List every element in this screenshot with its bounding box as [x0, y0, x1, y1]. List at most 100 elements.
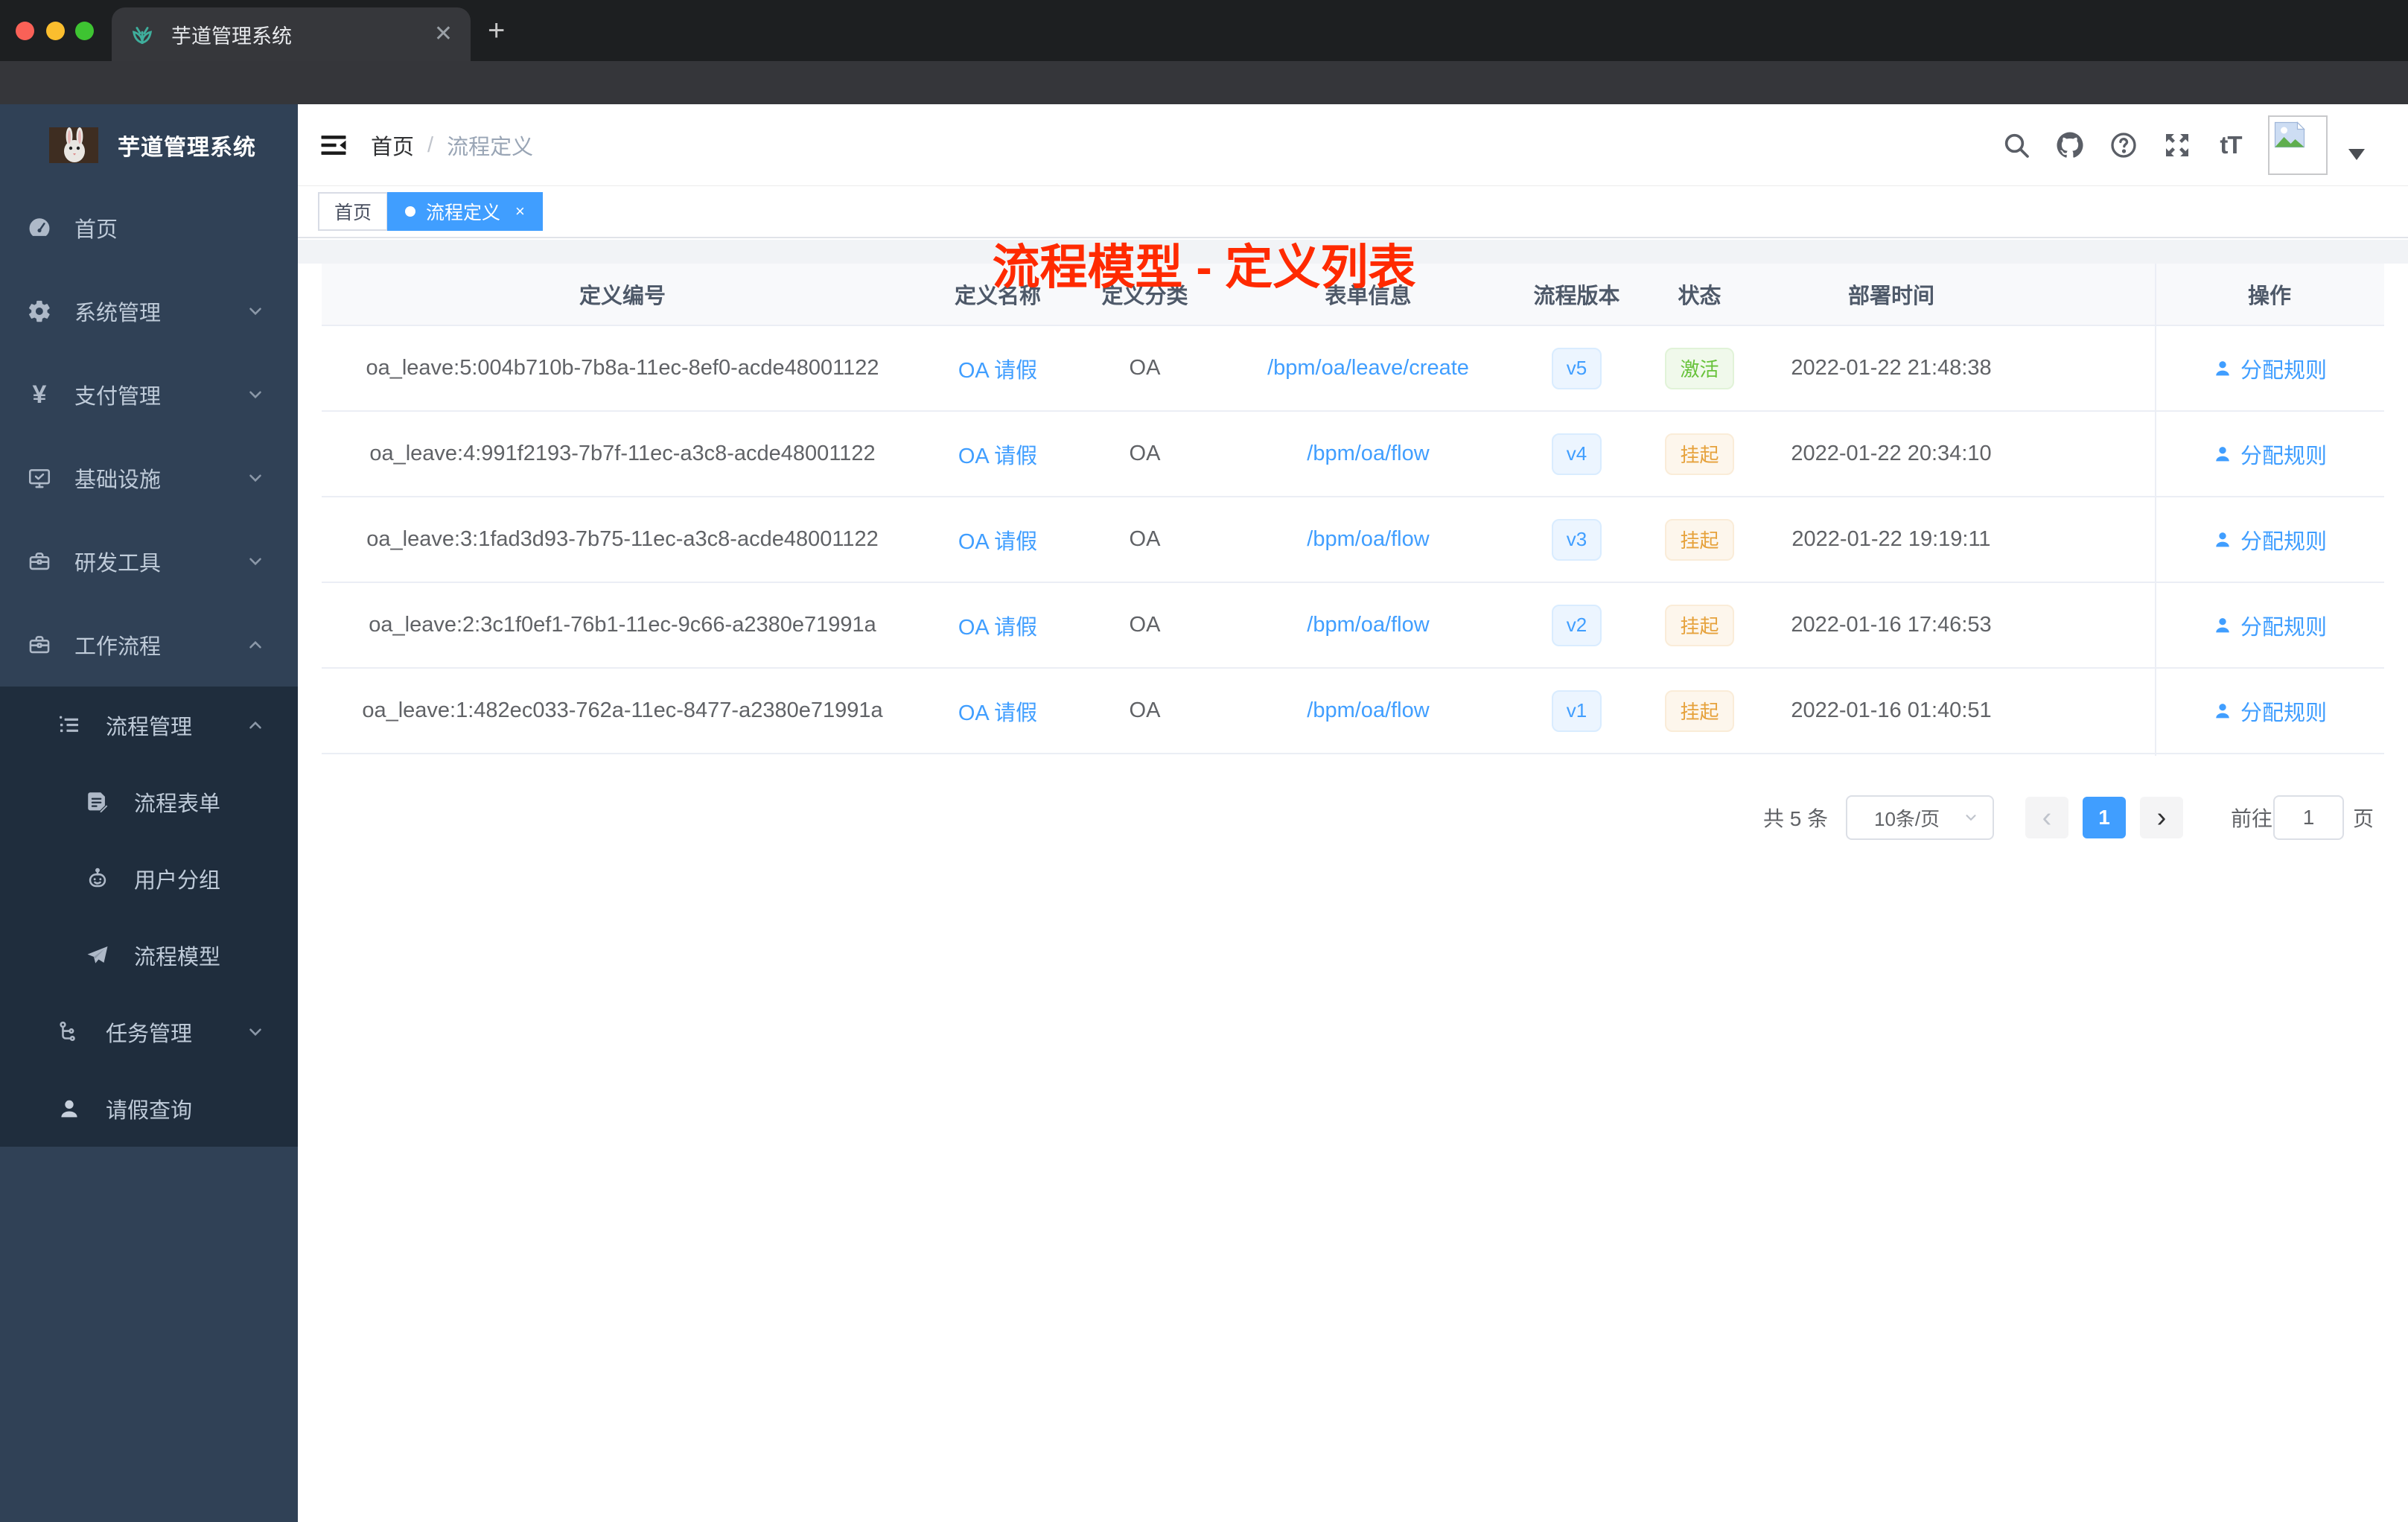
user-icon [2216, 703, 2229, 718]
active-dot [405, 206, 415, 217]
pagination-total: 共 5 条 [1763, 807, 1829, 830]
cell-definition-id: oa_leave:4:991f2193-7b7f-11ec-a3c8-acde4… [369, 442, 876, 465]
page-size-value: 10条/页 [1874, 807, 1940, 830]
definition-name-link[interactable]: OA 请假 [958, 610, 1037, 641]
goto-page-input[interactable]: 1 [2273, 795, 2344, 840]
assign-rule-link[interactable]: 分配规则 [2212, 695, 2327, 727]
sidebar-item-leave-query[interactable]: 请假查询 [0, 1070, 298, 1147]
user-icon [2216, 617, 2229, 632]
macos-minimize-button[interactable] [46, 22, 65, 40]
sidebar-item-label: 请假查询 [106, 1098, 193, 1123]
github-icon[interactable] [2054, 129, 2086, 162]
form-link[interactable]: /bpm/oa/leave/create [1267, 356, 1469, 380]
sidebar-item-label: 任务管理 [106, 1022, 193, 1046]
chevron-down-icon [249, 474, 261, 483]
sidebar-item-label: 基础设施 [74, 468, 162, 492]
definition-name-link[interactable]: OA 请假 [958, 524, 1037, 555]
user-icon [57, 1096, 82, 1121]
annotation-title: 流程模型 - 定义列表 [992, 241, 1416, 294]
cell-definition-id: oa_leave:2:3c1f0ef1-76b1-11ec-9c66-a2380… [369, 613, 876, 637]
sidebar-toggle-icon[interactable] [317, 129, 350, 162]
sidebar-item-workflow[interactable]: 工作流程 [0, 603, 298, 687]
cell-definition-id: oa_leave:5:004b710b-7b8a-11ec-8ef0-acde4… [366, 356, 879, 380]
prev-page-button[interactable]: ‹ [2025, 797, 2068, 838]
form-link[interactable]: /bpm/oa/flow [1307, 698, 1429, 723]
version-badge: v4 [1551, 433, 1602, 475]
table-row: oa_leave:2:3c1f0ef1-76b1-11ec-9c66-a2380… [322, 583, 2384, 669]
next-page-button[interactable]: › [2140, 797, 2183, 838]
breadcrumb: 首页 / 流程定义 [371, 104, 533, 186]
sidebar-item-process-model[interactable]: 流程模型 [0, 917, 298, 993]
breadcrumb-home[interactable]: 首页 [371, 130, 414, 161]
sidebar-item-payment[interactable]: ¥ 支付管理 [0, 353, 298, 436]
chevron-down-icon [249, 308, 261, 316]
navbar-actions: tT [2000, 104, 2365, 186]
sidebar-item-home[interactable]: 首页 [0, 186, 298, 270]
assign-rule-label: 分配规则 [2240, 358, 2327, 383]
sidebar-item-user-group[interactable]: 用户分组 [0, 840, 298, 917]
assign-rule-link[interactable]: 分配规则 [2212, 610, 2327, 641]
assign-rule-link[interactable]: 分配规则 [2212, 353, 2327, 384]
tag-home[interactable]: 首页 [318, 192, 389, 231]
column-header-actions: 操作 [2247, 284, 2291, 308]
pagination: 共 5 条 10条/页 ‹ 1 › 前往 1 页 [298, 795, 2408, 840]
cell-deploy-time: 2022-01-16 01:40:51 [1791, 698, 1992, 722]
gear-icon [27, 299, 52, 324]
version-badge: v3 [1551, 518, 1602, 561]
avatar-dropdown-caret-icon[interactable] [2348, 148, 2365, 160]
monitor-icon [27, 465, 52, 491]
tag-close-icon[interactable]: × [515, 202, 525, 221]
font-size-icon[interactable]: tT [2214, 129, 2247, 162]
assign-rule-link[interactable]: 分配规则 [2212, 439, 2327, 470]
chevron-down-icon [1966, 815, 1976, 821]
sidebar-item-system[interactable]: 系统管理 [0, 270, 298, 353]
chevron-down-icon [249, 1028, 261, 1036]
broken-image-icon [2274, 121, 2305, 148]
macos-close-button[interactable] [16, 22, 34, 40]
assign-rule-link[interactable]: 分配规则 [2212, 524, 2327, 555]
breadcrumb-current: 流程定义 [447, 136, 534, 159]
fullscreen-icon[interactable] [2161, 129, 2194, 162]
cell-definition-id: oa_leave:3:1fad3d93-7b75-11ec-a3c8-acde4… [366, 527, 879, 551]
tag-label: 流程定义 [426, 203, 501, 223]
page-size-select[interactable]: 10条/页 [1846, 795, 1994, 840]
chevron-down-icon [249, 558, 261, 566]
sidebar-item-infrastructure[interactable]: 基础设施 [0, 436, 298, 520]
macos-zoom-button[interactable] [75, 22, 94, 40]
table-row: oa_leave:1:482ec033-762a-11ec-8477-a2380… [322, 669, 2384, 754]
search-icon[interactable] [2000, 129, 2033, 162]
chevron-up-icon [249, 721, 261, 729]
app-window: 芋道管理系统 首页 系统管理 ¥ 支付管理 基础设施 研发工具 工作流程 流程管… [0, 104, 2408, 1522]
sidebar-item-label: 系统管理 [74, 302, 162, 325]
sidebar-item-task-management[interactable]: 任务管理 [0, 993, 298, 1070]
user-avatar[interactable] [2268, 115, 2328, 175]
user-icon [2216, 360, 2229, 375]
form-link[interactable]: /bpm/oa/flow [1307, 527, 1429, 552]
cell-category: OA [1129, 698, 1161, 722]
tag-process-definition[interactable]: 流程定义 × [387, 192, 543, 231]
current-page-button[interactable]: 1 [2083, 797, 2126, 838]
column-header-id: 定义编号 [579, 284, 666, 308]
sidebar-item-label: 用户分组 [134, 868, 221, 893]
form-link[interactable]: /bpm/oa/flow [1307, 442, 1429, 466]
form-link[interactable]: /bpm/oa/flow [1307, 613, 1429, 637]
sidebar-item-process-management[interactable]: 流程管理 [0, 687, 298, 763]
status-badge: 挂起 [1665, 604, 1734, 646]
status-badge: 挂起 [1665, 433, 1734, 475]
tab-close-icon[interactable]: ✕ [434, 23, 453, 45]
status-badge: 挂起 [1665, 690, 1734, 732]
dashboard-icon [27, 215, 52, 241]
workflow-submenu: 流程管理 流程表单 用户分组 流程模型 任务管理 请假查询 [0, 687, 298, 1147]
list-tree-icon [57, 713, 82, 738]
user-icon [2216, 446, 2229, 461]
definition-name-link[interactable]: OA 请假 [958, 695, 1037, 727]
new-tab-button[interactable]: + [488, 16, 505, 45]
definition-name-link[interactable]: OA 请假 [958, 353, 1037, 384]
status-badge: 挂起 [1665, 518, 1734, 561]
sidebar-logo[interactable]: 芋道管理系统 [0, 104, 298, 186]
definition-name-link[interactable]: OA 请假 [958, 439, 1037, 470]
sidebar-item-process-form[interactable]: 流程表单 [0, 763, 298, 840]
sidebar-item-dev-tools[interactable]: 研发工具 [0, 520, 298, 603]
browser-tab[interactable]: 芋道管理系统 ✕ [112, 7, 471, 61]
help-icon[interactable] [2107, 129, 2140, 162]
